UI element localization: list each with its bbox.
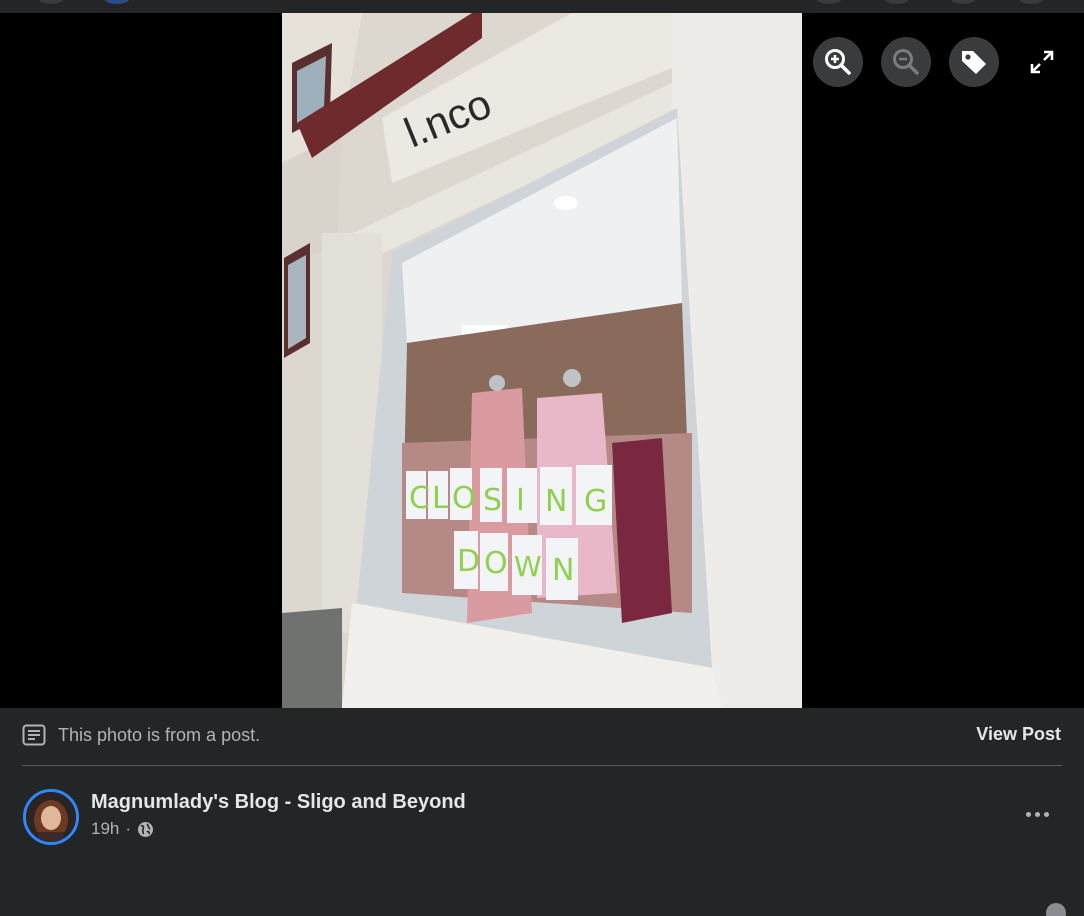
sign-letter: G	[584, 484, 607, 519]
top-bar-icon[interactable]	[104, 0, 130, 4]
sign-letter: O	[452, 481, 476, 516]
top-bar-icon[interactable]	[950, 0, 976, 4]
magnifier-minus-icon	[893, 49, 919, 75]
magnifier-plus-icon	[825, 49, 851, 75]
sign-letter: O	[484, 546, 508, 581]
top-bar	[0, 0, 1084, 13]
sign-letter: W	[514, 550, 542, 583]
sign-letter: D	[457, 544, 480, 579]
post-notice-text: This photo is from a post.	[58, 724, 261, 745]
post-info-panel: This photo is from a post. View Post Mag…	[0, 708, 1084, 916]
sign-letter: N	[552, 553, 574, 588]
tag-icon	[962, 51, 986, 74]
post-photo: l.nco C L O S I N G D O W N	[282, 13, 802, 708]
top-bar-icon[interactable]	[816, 0, 842, 4]
sign-letter: C	[409, 481, 430, 516]
zoom-in-button[interactable]	[813, 37, 863, 87]
divider	[22, 765, 1062, 766]
tag-button[interactable]	[949, 37, 999, 87]
post-notice: This photo is from a post.	[22, 724, 260, 746]
post-meta: 19h ·	[91, 819, 154, 839]
more-dot	[1025, 811, 1031, 817]
expand-arrows-icon	[1030, 50, 1054, 74]
window-sign-row-1: C L O S I N G	[406, 465, 612, 525]
author-avatar[interactable]	[23, 789, 79, 845]
photo-viewer: l.nco C L O S I N G D O W N	[0, 13, 1084, 708]
top-bar-icon[interactable]	[38, 0, 64, 4]
sign-letter: S	[483, 483, 502, 518]
top-bar-icon[interactable]	[884, 0, 910, 4]
corner-indicator	[1046, 903, 1066, 916]
zoom-out-button[interactable]	[881, 37, 931, 87]
fullscreen-button[interactable]	[1017, 37, 1067, 87]
globe-icon	[138, 821, 154, 837]
more-options-button[interactable]	[1020, 804, 1054, 824]
post-time[interactable]: 19h	[91, 819, 119, 839]
top-bar-icon[interactable]	[1018, 0, 1044, 4]
sign-letter: N	[545, 484, 567, 519]
sign-letter: I	[516, 483, 525, 518]
author-name[interactable]: Magnumlady's Blog - Sligo and Beyond	[91, 791, 466, 814]
more-dot	[1034, 811, 1040, 817]
sign-letter: L	[432, 481, 449, 516]
meta-separator: ·	[125, 819, 132, 838]
post-document-icon	[22, 724, 46, 746]
more-dot	[1043, 811, 1049, 817]
view-post-link[interactable]: View Post	[976, 724, 1061, 745]
